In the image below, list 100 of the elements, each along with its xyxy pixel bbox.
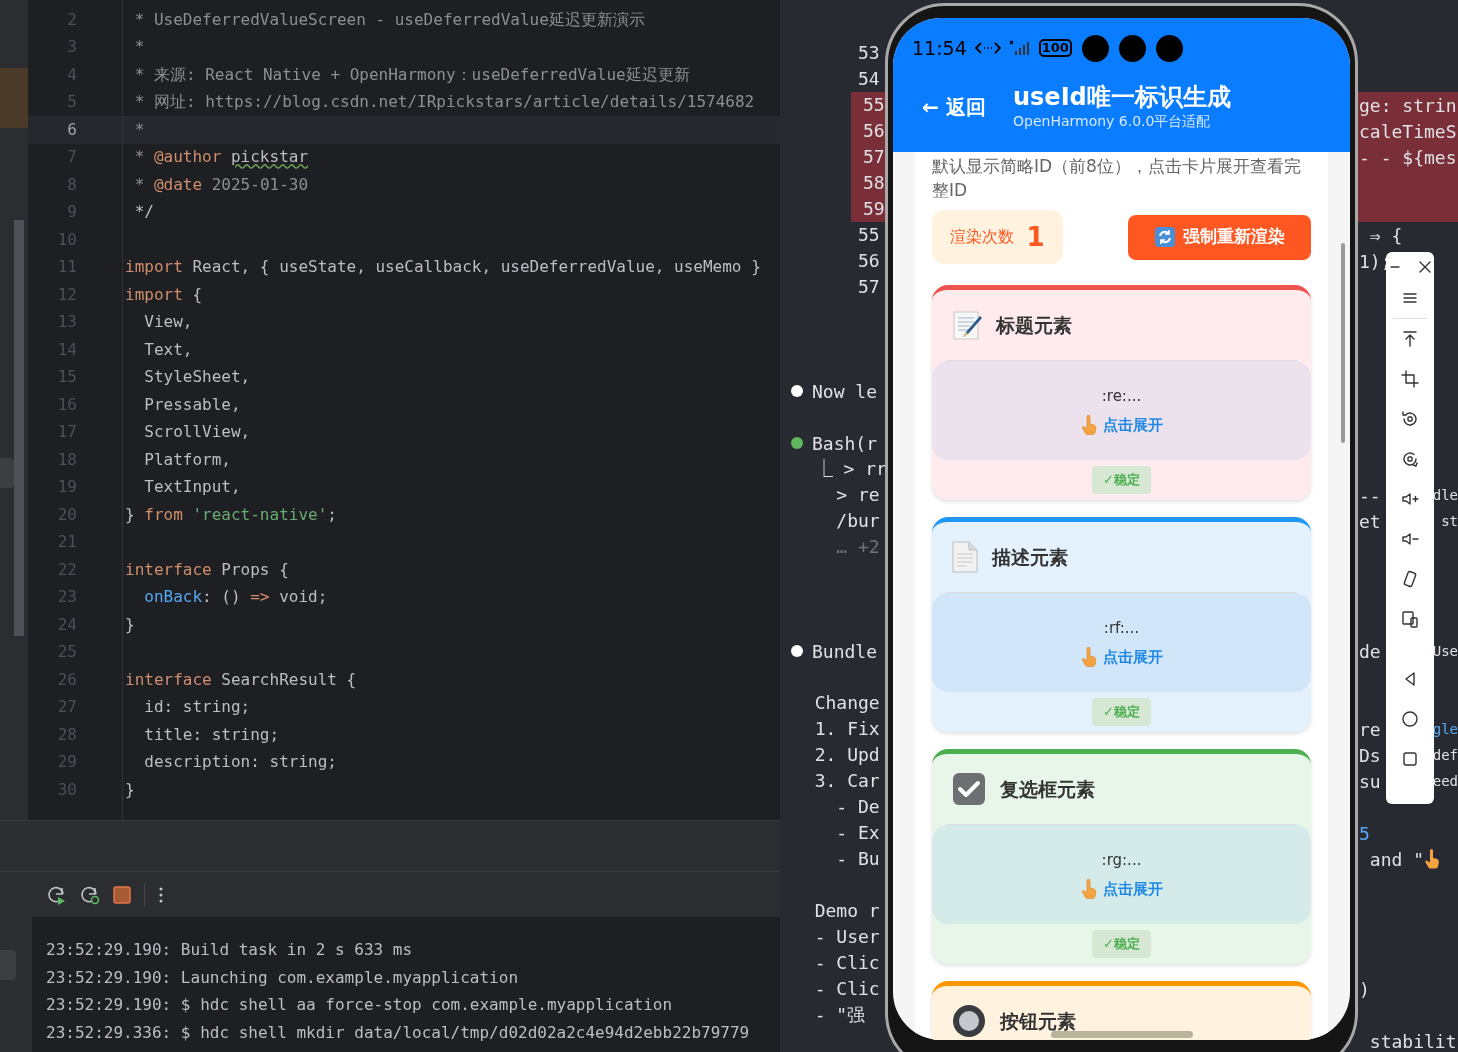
terminal-text: def [1432, 745, 1458, 765]
code-line: Platform, [143, 448, 231, 471]
diff-line-number: 58 [851, 170, 885, 196]
checkbox-icon [952, 772, 986, 806]
code-line: import React, { useState, useCallback, useDeferredValue, useMemo } [125, 256, 761, 279]
rotate-left-icon[interactable] [1400, 409, 1420, 429]
id-panel[interactable]: :re:... 点击展开 [932, 361, 1311, 460]
terminal-text: Bundle [812, 639, 878, 664]
terminal-text: re [1358, 717, 1381, 742]
data-transfer-icon [974, 41, 1001, 55]
more-icon[interactable] [158, 885, 164, 904]
terminal-text: - Bu [835, 847, 881, 871]
stable-badge: ✓稳定 [1092, 930, 1151, 958]
element-card[interactable]: 按钮元素 [932, 981, 1311, 1040]
terminal-text: 1. Fix [813, 717, 881, 741]
terminal-text: /bur [835, 509, 881, 533]
card-title: 描述元素 [992, 544, 1068, 570]
element-card[interactable]: 描述元素 :rf:... 点击展开 ✓稳定 [932, 517, 1311, 732]
code-line: Pressable, [143, 393, 241, 416]
element-card[interactable]: 复选框元素 :rg:... 点击展开 ✓稳定 [932, 749, 1311, 964]
expand-hint: 点击展开 [1102, 878, 1163, 900]
render-count-value: 1 [1026, 220, 1045, 254]
element-card[interactable]: 标题元素 :re:... 点击展开 ✓稳定 [932, 285, 1311, 500]
code-line: ScrollView, [143, 421, 251, 444]
terminal-text: eed [1432, 771, 1458, 791]
devices-icon[interactable] [1400, 609, 1420, 629]
terminal-text: - "强 [813, 1003, 867, 1027]
terminal-text: - De [835, 795, 881, 819]
card-title: 复选框元素 [1000, 776, 1095, 802]
terminal-text: Demo r [813, 899, 881, 923]
code-line: * @author pickstar [133, 146, 309, 169]
back-button[interactable]: ← 返回 [922, 92, 1013, 122]
home-icon[interactable] [1400, 709, 1420, 729]
memo-pencil-icon [952, 310, 982, 340]
code-line: * 网址: https://blog.csdn.net/IRpickstars/article/details/1574682 [133, 91, 755, 114]
terminal-text: - Ex [835, 821, 881, 845]
terminal-text: 57 [857, 275, 881, 299]
expand-hint: 点击展开 [1102, 414, 1163, 436]
terminal-text: gle [1432, 719, 1458, 739]
code-line: StyleSheet, [143, 366, 251, 389]
terminal-text: 2. Upd [813, 743, 881, 767]
line-number: 6 [66, 118, 77, 141]
console-line: 23:52:29.190: Launching com.example.myapplication [46, 966, 519, 989]
expand-hint: 点击展开 [1102, 646, 1163, 668]
screen-title: useId唯一标识生成 [1013, 83, 1231, 111]
stable-badge: ✓稳定 [1092, 466, 1151, 494]
code-line: */ [133, 201, 154, 224]
terminal-text: dle [1432, 485, 1458, 505]
pointing-hand-icon [1080, 414, 1097, 435]
console-line: 23:52:29.190: Build task in 2 s 633 ms [46, 939, 414, 961]
rotate-right-icon[interactable] [1400, 449, 1420, 469]
document-icon [952, 541, 978, 573]
code-line: * 来源: React Native + OpenHarmony：useDeferredValue延迟更新 [133, 63, 690, 86]
crop-icon[interactable] [1400, 369, 1420, 389]
code-line: description: string; [143, 751, 337, 774]
code-line: TextInput, [143, 476, 241, 499]
id-panel[interactable]: :rg:... 点击展开 [932, 825, 1311, 924]
pointing-hand-icon [1080, 878, 1097, 899]
code-line: import { [125, 283, 203, 306]
stable-badge: ✓稳定 [1092, 698, 1151, 726]
code-line: * [133, 36, 145, 59]
terminal-text: Change [813, 691, 881, 715]
camera-cutout [1118, 34, 1146, 62]
code-line: title: string; [143, 723, 280, 746]
pointing-hand-icon [1080, 646, 1097, 667]
terminal-text: 56 [857, 249, 881, 273]
terminal-text: Now le [812, 379, 878, 404]
short-id: :rg:... [1101, 850, 1142, 871]
terminal-text: et [1358, 509, 1381, 534]
stop-icon[interactable] [113, 885, 131, 904]
rerun-debug-icon[interactable] [80, 884, 100, 905]
short-id: :re:... [1101, 386, 1142, 407]
terminal-text: - User [813, 925, 881, 949]
code-line: interface Props { [125, 558, 289, 581]
terminal-text: ) [1358, 977, 1370, 1002]
rerun-icon[interactable] [47, 884, 67, 905]
diff-line-number: 56 [851, 118, 885, 144]
code-line: View, [143, 311, 193, 334]
code-line: } [125, 778, 135, 801]
terminal-text: ⇒ { [1368, 223, 1403, 248]
terminal-text: Use [1432, 641, 1458, 661]
diff-line-number: 59 [851, 196, 885, 222]
code-line: } [125, 613, 135, 636]
terminal-text: - Clic [813, 977, 881, 1001]
code-line: onBack: () => void; [143, 586, 328, 609]
arrow-to-top-icon[interactable] [1400, 329, 1420, 349]
recent-apps-icon[interactable] [1400, 749, 1420, 769]
terminal-text: 53 [857, 41, 881, 65]
battery-level: 100 [1038, 39, 1072, 57]
scrollbar[interactable] [14, 220, 24, 636]
camera-cutout [1081, 34, 1109, 62]
id-panel[interactable]: :rf:... 点击展开 [932, 593, 1311, 692]
card-title: 按钮元素 [1000, 1008, 1076, 1034]
terminal-text: stabilit [1368, 1029, 1457, 1052]
change-marker [0, 68, 14, 128]
camera-cutout [1155, 34, 1183, 62]
terminal-text: st [1441, 511, 1458, 531]
screen-subtitle: OpenHarmony 6.0.0平台适配 [1013, 112, 1212, 131]
code-line: * [133, 118, 145, 141]
terminal-text: Ds [1358, 743, 1381, 768]
